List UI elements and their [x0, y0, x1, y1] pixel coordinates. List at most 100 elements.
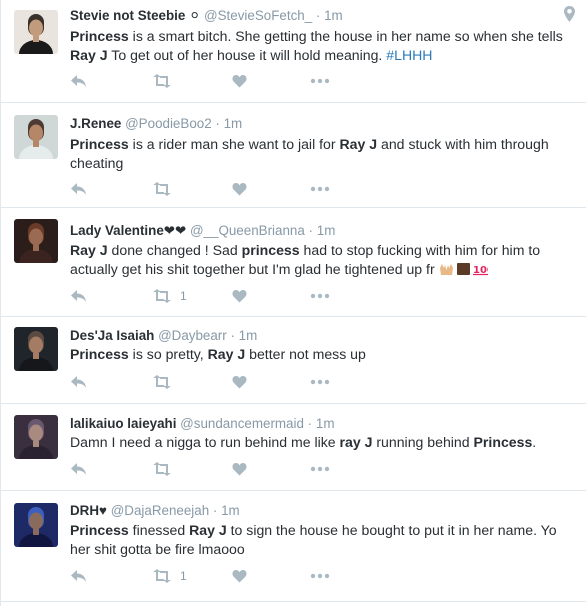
retweet-button[interactable]	[152, 373, 172, 391]
tweet-text: Princess is so pretty, Ray J better not …	[70, 345, 580, 364]
more-button[interactable]	[310, 460, 330, 478]
tweet[interactable]: Des'Ja Isaiah @Daybearr · 1m Princess is …	[1, 317, 586, 404]
avatar[interactable]	[14, 503, 58, 547]
display-name[interactable]: DRH♥	[70, 503, 107, 518]
avatar[interactable]	[14, 115, 58, 159]
more-icon	[310, 293, 330, 299]
display-name[interactable]: Des'Ja Isaiah	[70, 328, 154, 343]
more-icon	[310, 573, 330, 579]
avatar[interactable]	[14, 415, 58, 459]
reply-button[interactable]	[70, 287, 87, 305]
more-button[interactable]	[310, 373, 330, 391]
tweet-text: Princess is a rider man she want to jail…	[70, 135, 580, 173]
more-button[interactable]	[310, 287, 330, 305]
reply-button[interactable]	[70, 567, 87, 585]
tweet-text-segment: is a rider man she want to jail for	[128, 136, 340, 152]
display-name[interactable]: lalikaiuo laieyahi	[70, 416, 176, 431]
user-handle[interactable]: @DajaReneejah	[111, 503, 209, 518]
tweet-text-segment: is a smart bitch. She getting the house …	[128, 28, 563, 44]
tweet-text-segment: is so pretty,	[128, 346, 208, 362]
retweet-icon	[152, 289, 172, 303]
timestamp[interactable]: 1m	[317, 223, 336, 238]
user-handle[interactable]: @StevieSoFetch_	[204, 8, 312, 23]
highlighted-keyword: Ray J	[70, 47, 108, 63]
location-pin-icon[interactable]	[564, 6, 575, 27]
user-handle[interactable]: @PoodieBoo2	[125, 116, 212, 131]
user-handle[interactable]: @sundancemermaid	[180, 416, 304, 431]
like-button[interactable]	[232, 72, 247, 90]
display-name[interactable]: Lady Valentine❤❤	[70, 223, 186, 238]
retweet-icon	[152, 375, 172, 389]
retweet-icon	[152, 569, 172, 583]
like-button[interactable]	[232, 567, 247, 585]
heart-icon	[232, 182, 247, 196]
reply-icon	[70, 74, 87, 88]
like-button[interactable]	[232, 180, 247, 198]
reply-button[interactable]	[70, 373, 87, 391]
separator-dot: ·	[308, 223, 314, 238]
timestamp[interactable]: 1m	[221, 503, 240, 518]
timestamp[interactable]: 1m	[316, 416, 335, 431]
reply-icon	[70, 182, 87, 196]
tweet-text: Princess finessed Ray J to sign the hous…	[70, 521, 580, 559]
more-button[interactable]	[310, 72, 330, 90]
tweet-text-segment: .	[532, 434, 537, 450]
retweet-button[interactable]	[152, 72, 172, 90]
tweet[interactable]: Stevie not Steebie ⚪ @StevieSoFetch_ · 1…	[1, 0, 586, 103]
reply-button[interactable]	[70, 72, 87, 90]
highlighted-keyword: Ray J	[70, 242, 108, 258]
highlighted-keyword: Princess	[473, 434, 533, 450]
tweet[interactable]: Lady Valentine❤❤ @__QueenBrianna · 1m Ray…	[1, 208, 586, 317]
highlighted-keyword: ray J	[339, 434, 373, 450]
highlighted-keyword: Ray J	[207, 346, 246, 362]
display-name[interactable]: Stevie not Steebie ⚪	[70, 8, 200, 23]
tweet-header: DRH♥ @DajaReneejah · 1m	[70, 503, 240, 518]
retweet-button[interactable]: 1	[152, 567, 187, 585]
more-icon	[310, 78, 330, 84]
like-button[interactable]	[232, 373, 247, 391]
like-button[interactable]	[232, 460, 247, 478]
tweet-text-segment: done changed ! Sad	[107, 242, 242, 258]
timestamp[interactable]: 1m	[224, 116, 243, 131]
highlighted-keyword: princess	[241, 242, 300, 258]
hashtag-link[interactable]: #LHHH	[386, 47, 432, 63]
tweet-header: J.Renee @PoodieBoo2 · 1m	[70, 116, 242, 131]
display-name[interactable]: J.Renee	[70, 116, 121, 131]
tweet[interactable]: lalikaiuo laieyahi @sundancemermaid · 1m…	[1, 404, 586, 491]
retweet-button[interactable]	[152, 460, 172, 478]
timestamp[interactable]: 1m	[239, 328, 258, 343]
more-button[interactable]	[310, 180, 330, 198]
more-icon	[310, 466, 330, 472]
timestamp[interactable]: 1m	[324, 8, 343, 23]
retweet-button[interactable]: 1	[152, 287, 187, 305]
retweet-button[interactable]	[152, 180, 172, 198]
tweet[interactable]: DRH♥ @DajaReneejah · 1m Princess finessed…	[1, 491, 586, 602]
avatar[interactable]	[14, 219, 58, 263]
avatar[interactable]	[14, 10, 58, 54]
highlighted-keyword: Princess	[70, 136, 129, 152]
heart-icon	[232, 74, 247, 88]
reply-button[interactable]	[70, 180, 87, 198]
tweet-text-segment: better not mess up	[245, 346, 366, 362]
tweet[interactable]: J.Renee @PoodieBoo2 · 1m Princess is a ri…	[1, 103, 586, 208]
avatar[interactable]	[14, 327, 58, 371]
separator-dot: ·	[307, 416, 313, 431]
separator-dot: ·	[215, 116, 220, 131]
brown-square-emoji	[456, 261, 473, 277]
retweet-icon	[152, 462, 172, 476]
retweet-count: 1	[180, 569, 187, 583]
tweet-header: Lady Valentine❤❤ @__QueenBrianna · 1m	[70, 223, 335, 239]
heart-icon	[232, 569, 247, 583]
tweet-text-segment: finessed	[128, 522, 190, 538]
reply-button[interactable]	[70, 460, 87, 478]
heart-icon	[232, 289, 247, 303]
user-handle[interactable]: @Daybearr	[158, 328, 227, 343]
user-handle[interactable]: @__QueenBrianna	[190, 223, 305, 238]
tweet-header: Des'Ja Isaiah @Daybearr · 1m	[70, 328, 257, 343]
more-button[interactable]	[310, 567, 330, 585]
more-icon	[310, 186, 330, 192]
like-button[interactable]	[232, 287, 247, 305]
reply-icon	[70, 462, 87, 476]
more-icon	[310, 379, 330, 385]
tweet-text-segment: Damn I need a nigga to run behind me lik…	[70, 434, 340, 450]
